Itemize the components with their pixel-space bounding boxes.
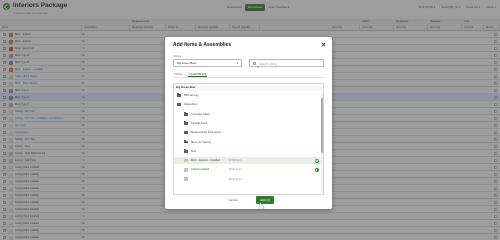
add-icon[interactable] [315,167,319,172]
tree-item-price: $0.00 Sq Ft [229,168,242,172]
tree-folder[interactable]: Periodic Tests [174,120,323,127]
tree-label: Measured/Qty Perimetrics [191,131,221,135]
tree-folder[interactable]: Misc [174,148,323,155]
scrollbar-thumb[interactable] [321,98,323,153]
tree-label: Brick - Exterior - Installed [191,159,220,163]
tree-label: Assemblies [184,103,198,107]
tree-label: Carpet Installed [191,168,210,172]
item-thumbnail [184,168,188,172]
dialog-title: Add Items & Assemblies [173,42,232,48]
cancel-button[interactable]: Cancel [225,197,241,204]
folder-icon [184,139,189,144]
close-icon[interactable] [321,42,326,47]
library-value: Big Green Beer [177,61,197,65]
tree-label: Misc [191,149,197,153]
tree-item[interactable]: Brick - Exterior - Installed $7.99 Sq Ft [174,157,323,165]
tab-assemblies[interactable]: ASSEMBLIES [188,71,208,77]
folder-icon [177,102,182,107]
tree-folder[interactable]: BR Framing [174,92,323,99]
tree-item-price: $0.00 Sq Ft [229,177,242,181]
tree-label: Coverage Notes [191,112,210,116]
folder-icon [184,130,189,135]
search-icon [253,62,256,65]
item-thumbnail [184,158,188,163]
library-label: Library [173,55,181,58]
search-field[interactable] [249,59,324,68]
tree-folder[interactable]: Coverage Notes [174,111,323,118]
folder-icon [184,112,189,116]
tree-label: Periodic Tests [191,121,208,125]
library-tree: Big Green Beer BR Framing Assemblies Cover… [173,83,324,195]
folder-icon [184,121,189,125]
tree-label: BR Framing [184,94,198,97]
tree-folder[interactable]: Assemblies [174,101,323,108]
tree-label: Mess Ver Testing [191,140,211,144]
item-thumbnail [184,177,188,181]
add-items-dialog: Add Items & Assemblies Library Big Green… [165,37,332,210]
tab-items[interactable]: ITEMS [173,71,183,77]
dialog-tabs: ITEMS ASSEMBLIES [173,71,324,78]
folder-icon [177,93,182,97]
tree-scrollbar[interactable] [321,92,323,192]
library-select[interactable]: Big Green Beer ▾ [173,59,242,67]
folder-icon [184,149,189,153]
chevron-down-icon: ▾ [236,61,238,65]
check-icon[interactable] [315,158,319,163]
tree-item[interactable]: Carpet Installed $0.00 Sq Ft [174,166,323,173]
tree-item-price: $7.99 Sq Ft [229,159,242,163]
tree-folder[interactable]: Measured/Qty Perimetrics [174,129,323,136]
tree-item[interactable]: $0.00 Sq Ft [174,176,323,183]
tree-folder[interactable]: Mess Ver Testing [174,139,323,146]
search-input[interactable] [259,60,321,68]
tree-root-label: Big Green Beer [174,84,323,91]
